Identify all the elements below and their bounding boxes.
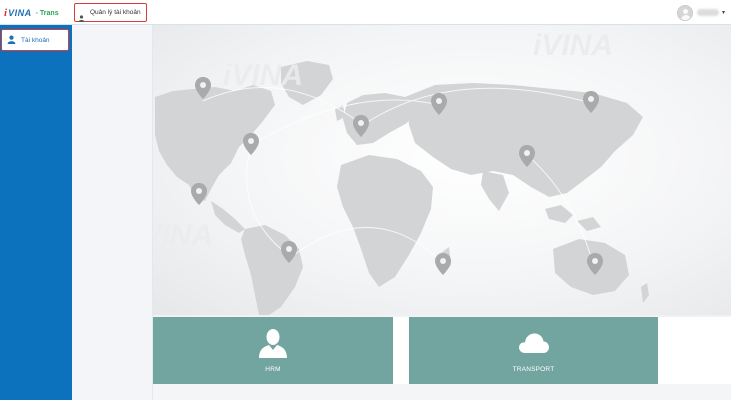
cloud-icon <box>518 328 550 358</box>
sidebar: Tài khoản <box>0 25 72 400</box>
sidebar-item-account[interactable]: Tài khoản <box>1 29 69 51</box>
account-management-menu[interactable]: Quản lý tài khoản <box>74 3 147 22</box>
transport-tile[interactable]: TRANSPORT <box>409 317 658 384</box>
main-content: iVINA iVINA iVINA <box>153 25 731 400</box>
sidebar-item-label: Tài khoản <box>21 36 50 44</box>
username-redacted <box>696 9 719 16</box>
person-icon <box>258 328 288 358</box>
svg-text:iVINA: iVINA <box>533 29 613 62</box>
user-menu[interactable]: ▾ <box>676 4 725 21</box>
brand-logo[interactable]: i VINA - Trans <box>4 6 59 20</box>
brand-product-name: Trans <box>39 9 59 17</box>
brand-separator: - <box>35 9 38 17</box>
avatar[interactable] <box>676 4 693 21</box>
brand-logo-i: i <box>4 7 8 19</box>
tile-gap <box>393 317 409 384</box>
brand-logo-vina: VINA <box>8 8 32 18</box>
hrm-tile-label: HRM <box>265 366 281 373</box>
user-icon <box>78 9 85 22</box>
hrm-tile[interactable]: HRM <box>153 317 393 384</box>
world-map-background: iVINA iVINA iVINA <box>153 25 731 315</box>
chevron-down-icon[interactable]: ▾ <box>722 9 725 16</box>
secondary-panel <box>72 25 153 400</box>
svg-text:iVINA: iVINA <box>153 219 213 252</box>
top-bar: i VINA - Trans Quản lý tài khoản ▾ <box>0 0 731 25</box>
transport-tile-label: TRANSPORT <box>512 366 555 373</box>
footer-area <box>153 384 731 400</box>
account-management-label: Quản lý tài khoản <box>90 9 141 16</box>
user-icon <box>7 31 16 49</box>
world-map-illustration: iVINA iVINA iVINA <box>153 29 649 315</box>
tile-gap-right <box>658 317 731 384</box>
